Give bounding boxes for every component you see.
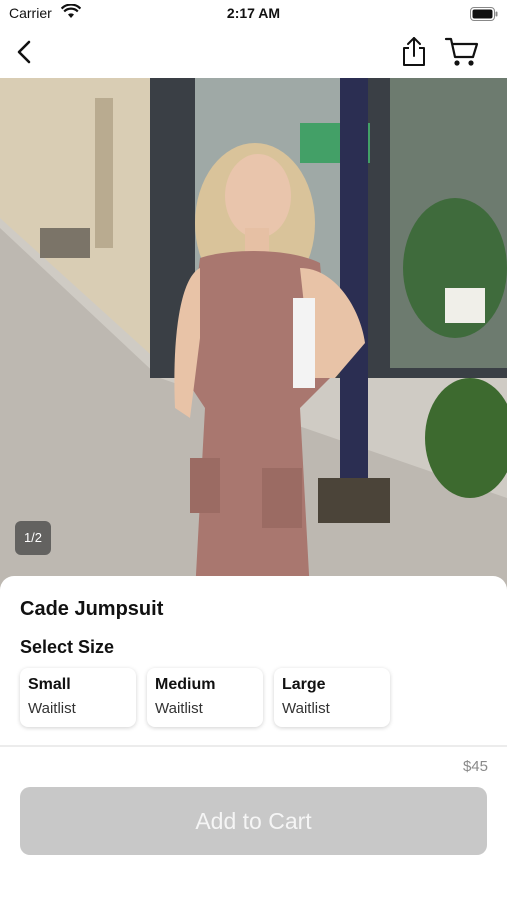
cart-button[interactable] bbox=[444, 36, 480, 68]
product-title: Cade Jumpsuit bbox=[20, 598, 164, 620]
image-counter: 1/2 bbox=[15, 521, 51, 555]
size-name: Small bbox=[28, 676, 71, 693]
size-option-medium[interactable]: Medium Waitlist bbox=[147, 668, 263, 727]
share-icon bbox=[403, 37, 425, 66]
select-size-label: Select Size bbox=[20, 637, 115, 657]
size-status: Waitlist bbox=[155, 700, 203, 717]
product-photo[interactable] bbox=[0, 78, 507, 593]
product-sheet: Cade Jumpsuit Select Size Small Waitlist… bbox=[0, 576, 507, 900]
add-to-cart-button[interactable]: Add to Cart bbox=[20, 787, 487, 855]
chevron-left-icon bbox=[17, 40, 31, 64]
size-status: Waitlist bbox=[28, 700, 76, 717]
nav-bar bbox=[0, 28, 507, 78]
size-name: Large bbox=[282, 676, 326, 693]
size-option-large[interactable]: Large Waitlist bbox=[274, 668, 390, 727]
status-bar: Carrier 2:17 AM bbox=[0, 0, 507, 28]
share-button[interactable] bbox=[400, 36, 428, 68]
back-button[interactable] bbox=[12, 38, 40, 66]
divider bbox=[0, 745, 507, 747]
product-price: $45 bbox=[462, 758, 488, 775]
clock: 2:17 AM bbox=[226, 5, 281, 21]
size-status: Waitlist bbox=[282, 700, 330, 717]
size-option-small[interactable]: Small Waitlist bbox=[20, 668, 136, 727]
battery-icon bbox=[470, 7, 498, 26]
cart-icon bbox=[444, 37, 479, 66]
size-name: Medium bbox=[155, 676, 216, 693]
